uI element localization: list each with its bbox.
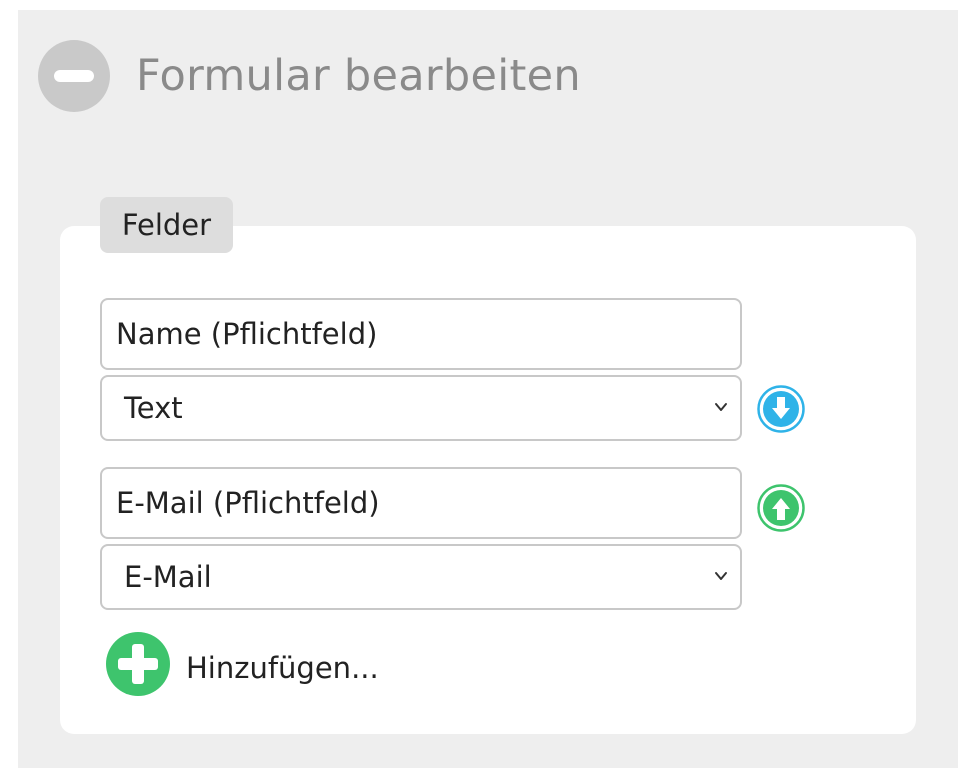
collapse-button[interactable] bbox=[38, 40, 110, 112]
section-tab-fields: Felder bbox=[100, 197, 233, 253]
chevron-down-icon bbox=[715, 572, 727, 580]
minus-circle-icon bbox=[54, 70, 94, 82]
field-name-input[interactable] bbox=[102, 300, 740, 368]
field-email-type-select[interactable]: E-Mail bbox=[100, 544, 742, 610]
field-email-input[interactable] bbox=[102, 469, 740, 537]
add-field-label: Hinzufügen... bbox=[186, 651, 379, 685]
arrow-down-circle-icon[interactable] bbox=[756, 384, 806, 434]
chevron-down-icon bbox=[715, 403, 727, 411]
field-type-select[interactable]: Text bbox=[100, 375, 742, 441]
plus-circle-icon bbox=[106, 632, 170, 696]
form-editor-panel: Formular bearbeiten Felder Text E-Mail bbox=[18, 10, 958, 768]
arrow-up-circle-icon[interactable] bbox=[756, 483, 806, 533]
field-email-type-value: E-Mail bbox=[124, 560, 212, 594]
field-email-input-wrapper bbox=[100, 467, 742, 539]
field-name-input-wrapper bbox=[100, 298, 742, 370]
field-type-value: Text bbox=[124, 391, 183, 425]
panel-title: Formular bearbeiten bbox=[136, 51, 581, 101]
